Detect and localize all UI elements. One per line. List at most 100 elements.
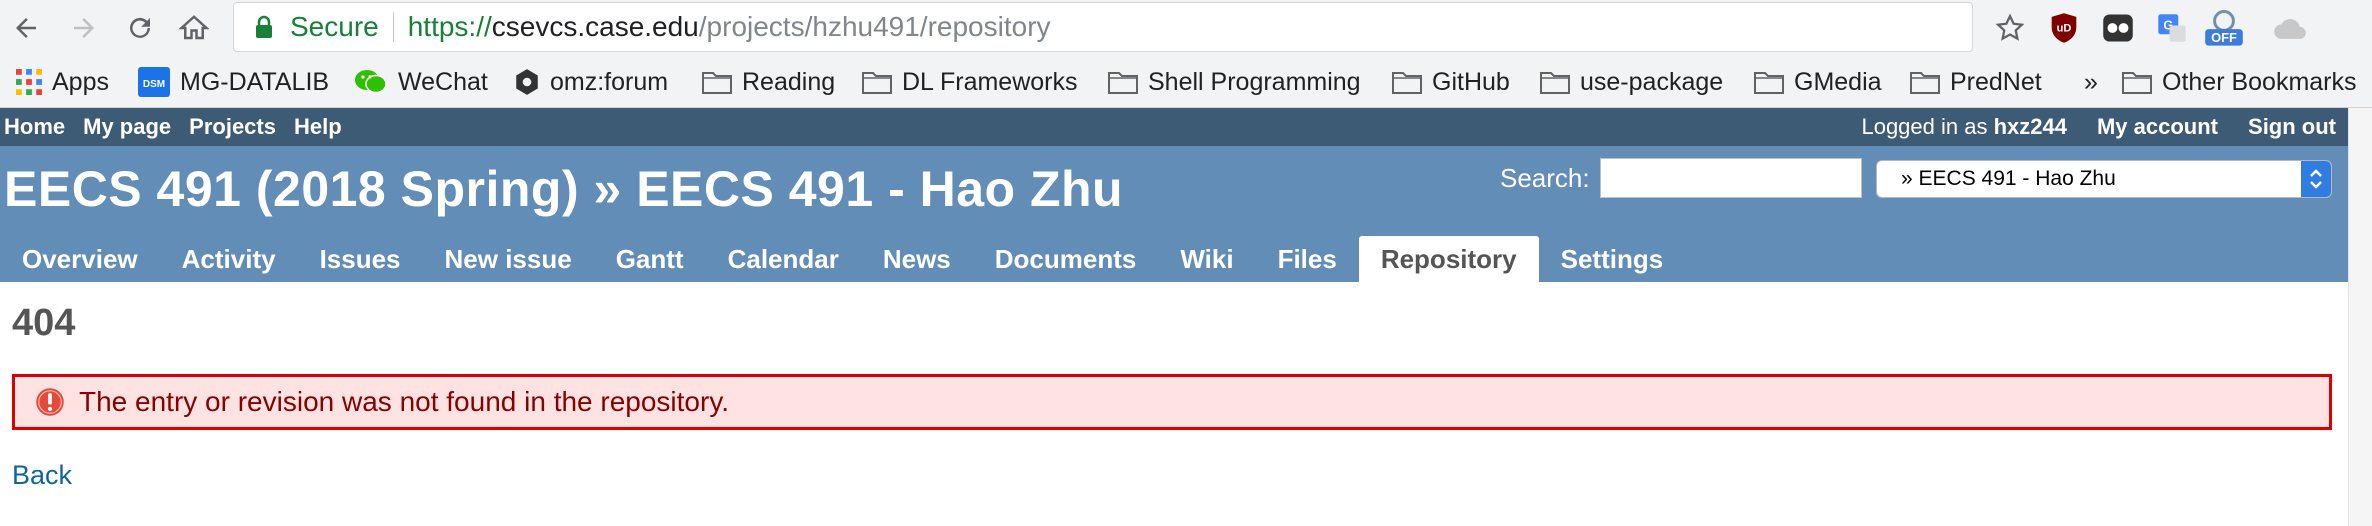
bookmark-label: omz:forum [550, 67, 669, 96]
top-menu: Home My page Projects Help Logged in as … [0, 108, 2348, 146]
tab-gantt[interactable]: Gantt [594, 236, 706, 282]
tab-wiki[interactable]: Wiki [1158, 236, 1255, 282]
search-label: Search: [1500, 162, 1590, 193]
folder-icon [1910, 70, 1940, 94]
google-translate-icon[interactable]: G [2152, 8, 2192, 48]
bookmark-label: PredNet [1950, 67, 2042, 96]
quick-search: Search: [1500, 158, 1862, 198]
web-page: Home My page Projects Help Logged in as … [0, 108, 2372, 526]
bookmark-dl-frameworks[interactable]: DL Frameworks [862, 56, 1078, 108]
bookmarks-bar: Apps DSM MG-DATALIB WeChat omz:forum Rea… [0, 56, 2372, 108]
my-account-link[interactable]: My account [2097, 114, 2218, 140]
bookmark-prednet[interactable]: PredNet [1910, 56, 2042, 108]
tab-issues[interactable]: Issues [298, 236, 423, 282]
cloud-icon[interactable] [2270, 8, 2310, 48]
bookmark-label: GMedia [1794, 67, 1882, 96]
bookmark-other-bookmarks[interactable]: Other Bookmarks [2122, 56, 2357, 108]
error-heading: 404 [12, 302, 76, 344]
bookmarks-overflow-chevron-icon[interactable]: » [2084, 56, 2098, 108]
bookmark-mg-datalib[interactable]: DSM MG-DATALIB [138, 56, 329, 108]
bookmark-label: » [2084, 67, 2098, 96]
top-menu-home[interactable]: Home [4, 114, 65, 140]
bookmark-label: Shell Programming [1148, 67, 1361, 96]
home-icon[interactable] [174, 8, 214, 48]
bookmark-apps[interactable]: Apps [16, 56, 109, 108]
error-message: The entry or revision was not found in t… [79, 386, 730, 417]
address-separator [392, 12, 394, 42]
search-input[interactable] [1599, 158, 1862, 198]
ublock-icon[interactable]: uD [2044, 8, 2084, 48]
reload-icon[interactable] [120, 8, 160, 48]
tab-settings[interactable]: Settings [1539, 236, 1686, 282]
bookmark-gmedia[interactable]: GMedia [1754, 56, 1882, 108]
bookmark-use-package[interactable]: use-package [1540, 56, 1723, 108]
off-toggle-icon[interactable]: OFF [2204, 8, 2244, 48]
dsm-icon: DSM [138, 67, 170, 97]
tab-files[interactable]: Files [1256, 236, 1359, 282]
folder-icon [1754, 70, 1784, 94]
bookmark-github[interactable]: GitHub [1392, 56, 1510, 108]
page-title: EECS 491 (2018 Spring) » EECS 491 - Hao … [4, 161, 1124, 217]
folder-icon [862, 70, 892, 94]
back-arrow-icon[interactable] [6, 8, 46, 48]
top-menu-my-page[interactable]: My page [83, 114, 171, 140]
top-menu-projects[interactable]: Projects [189, 114, 276, 140]
hexagon-icon [514, 68, 540, 96]
bookmark-label: GitHub [1432, 67, 1510, 96]
project-jump-value: » EECS 491 - Hao Zhu [1901, 167, 2116, 190]
apps-grid-icon [16, 69, 42, 95]
select-arrows-icon [2301, 161, 2331, 197]
bookmark-wechat[interactable]: WeChat [354, 56, 488, 108]
ublock-label: uD [2057, 23, 2072, 35]
folder-icon [1540, 70, 1570, 94]
bookmark-label: DL Frameworks [902, 67, 1078, 96]
star-icon[interactable] [1990, 8, 2030, 48]
vertical-scrollbar[interactable] [2348, 108, 2372, 526]
lock-icon [254, 15, 280, 39]
folder-icon [1392, 70, 1422, 94]
main-content: 404 The entry or revision was not found … [0, 282, 2348, 526]
bookmark-label: Reading [742, 67, 836, 96]
url-host: csevcs.case.edu [491, 11, 699, 42]
bookmark-label: Other Bookmarks [2162, 67, 2357, 96]
wechat-icon [354, 68, 388, 96]
top-menu-help[interactable]: Help [294, 114, 342, 140]
folder-icon [702, 70, 732, 94]
tab-new-issue[interactable]: New issue [423, 236, 594, 282]
logged-in-prefix: Logged in as [1861, 114, 1988, 139]
folder-icon [2122, 70, 2152, 94]
bookmark-shell-programming[interactable]: Shell Programming [1108, 56, 1361, 108]
browser-toolbar: Secure https://csevcs.case.edu/projects/… [0, 0, 2372, 56]
error-flash: The entry or revision was not found in t… [12, 374, 2332, 430]
bookmark-label: WeChat [398, 67, 488, 96]
folder-icon [1108, 70, 1138, 94]
logged-in-as: Logged in as hxz244 [1861, 114, 2067, 140]
project-header: EECS 491 (2018 Spring) » EECS 491 - Hao … [0, 146, 2348, 282]
bookmark-omz-forum[interactable]: omz:forum [514, 56, 668, 108]
ghostery-icon[interactable] [2098, 8, 2138, 48]
bookmark-label: MG-DATALIB [180, 67, 330, 96]
address-bar[interactable]: Secure https://csevcs.case.edu/projects/… [233, 2, 1973, 52]
bookmark-label: use-package [1580, 67, 1724, 96]
sign-out-link[interactable]: Sign out [2248, 114, 2336, 140]
tab-repository[interactable]: Repository [1358, 236, 1539, 282]
url-path: /projects/hzhu491/repository [698, 11, 1051, 42]
main-menu: Overview Activity Issues New issue Gantt… [0, 236, 1685, 282]
tab-calendar[interactable]: Calendar [706, 236, 861, 282]
tab-documents[interactable]: Documents [973, 236, 1159, 282]
top-menu-right: Logged in as hxz244 My account Sign out [1861, 114, 2336, 140]
tab-news[interactable]: News [861, 236, 973, 282]
exclamation-icon [35, 387, 65, 417]
tab-overview[interactable]: Overview [0, 236, 160, 282]
tab-activity[interactable]: Activity [160, 236, 298, 282]
forward-arrow-icon[interactable] [64, 8, 104, 48]
bookmark-reading[interactable]: Reading [702, 56, 835, 108]
url-scheme: https:// [407, 11, 492, 42]
logged-in-user-link[interactable]: hxz244 [1994, 114, 2067, 139]
dsm-icon-text: DSM [143, 79, 165, 90]
project-jump-select[interactable]: » EECS 491 - Hao Zhu [1876, 160, 2332, 198]
bookmark-label: Apps [52, 67, 109, 96]
top-menu-left: Home My page Projects Help [4, 114, 342, 140]
back-link[interactable]: Back [12, 460, 72, 491]
off-label: OFF [2211, 30, 2237, 45]
